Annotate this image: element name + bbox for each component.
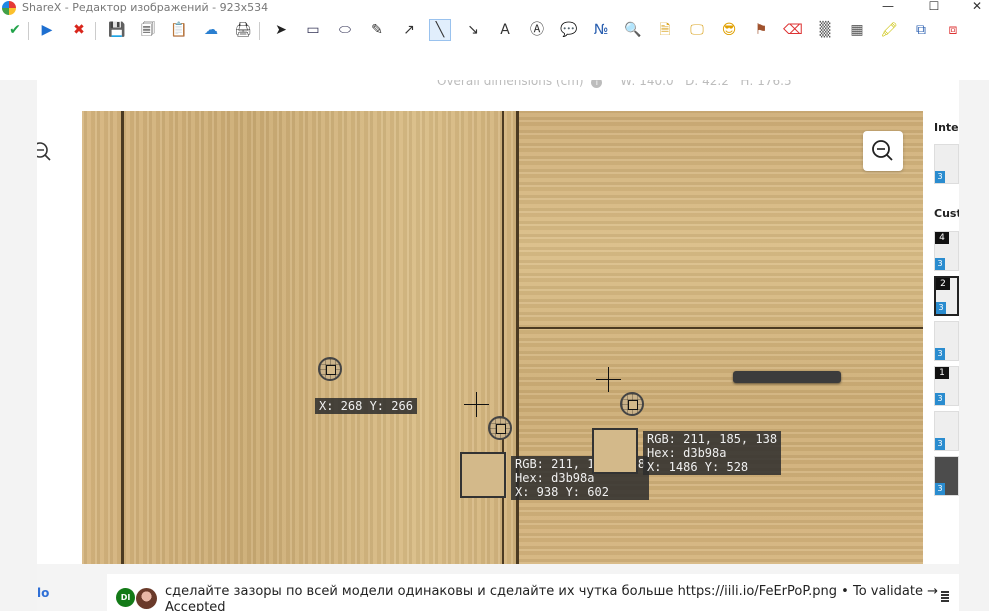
text-background-icon[interactable]: Ⓐ — [526, 19, 548, 41]
continue-icon[interactable]: ▶ — [36, 19, 58, 41]
side-link[interactable]: lo — [37, 586, 49, 600]
pixelate-icon[interactable]: ▦ — [846, 19, 868, 41]
highlight-icon[interactable]: 🖍 — [878, 19, 900, 41]
image-file-icon[interactable]: 🗎 — [654, 19, 676, 41]
maximize-button[interactable]: ☐ — [919, 0, 949, 18]
sidebar-section-interior: Inter — [934, 121, 959, 134]
minimize-button[interactable]: — — [873, 0, 903, 18]
color-picker-info[interactable]: RGB: 211, 185, 138 Hex: d3b98a X: 1486 Y… — [643, 431, 782, 475]
depth-value: D: 42.2 — [685, 80, 729, 88]
window-title: ShareX - Редактор изображений - 923x534 — [22, 1, 269, 14]
product-sidebar: Inter Cust 3432331333 — [923, 111, 959, 564]
title-bar: ShareX - Редактор изображений - 923x534 … — [0, 0, 989, 18]
thumbnail-item[interactable]: 3 — [934, 321, 959, 361]
crop-icon[interactable]: ⧉ — [910, 19, 932, 41]
cut-out-icon[interactable]: ⧈ — [942, 19, 964, 41]
comment-text: сделайте зазоры по всей модели одинаковы… — [165, 584, 939, 611]
toolbar-separator — [259, 22, 260, 40]
thumbnail-number: 4 — [935, 232, 949, 244]
avatar — [136, 588, 157, 609]
magnify-icon[interactable]: 🔍 — [622, 19, 644, 41]
thumbnail-item[interactable]: 23 — [934, 276, 959, 316]
thumbnail-badge: 3 — [935, 171, 945, 183]
toolbar-separator — [28, 22, 29, 40]
copy-icon[interactable]: 📋 — [168, 19, 190, 41]
rectangle-icon[interactable]: ▭ — [302, 19, 324, 41]
editor-toolbar: ✔ ▶ ✖ 💾 🗐 📋 ☁ 🖨 ➤ ▭ ⬭ ✎ ↗ ╲ ↘ A Ⓐ 💬 № 🔍 🗎 🖵 😎 ⚑ ⌫ ▒ ▦ 🖍 ⧉ ⧈ — [0, 18, 989, 80]
cursor-stamp-icon[interactable]: ⚑ — [750, 19, 772, 41]
thumbnail-badge: 3 — [936, 302, 946, 314]
sharex-logo-icon — [2, 1, 16, 15]
coordinate-label[interactable]: X: 268 Y: 266 — [315, 398, 417, 414]
color-swatch — [460, 452, 506, 498]
avatar-initials: DI — [116, 588, 135, 607]
select-cursor-icon[interactable]: ➤ — [270, 19, 292, 41]
magnifier-marker[interactable] — [620, 392, 644, 416]
thumbnail-item[interactable]: 43 — [934, 231, 959, 271]
thumbnail-item[interactable]: 3 — [934, 456, 959, 496]
crosshair-icon — [464, 392, 489, 417]
step-icon[interactable]: № — [590, 19, 612, 41]
print-icon[interactable]: 🖨 — [232, 19, 254, 41]
save-as-icon[interactable]: 🗐 — [137, 19, 159, 41]
panel-edge — [121, 111, 124, 564]
line-icon[interactable]: ╲ — [429, 19, 451, 41]
thumbnail-badge: 3 — [935, 393, 945, 405]
freehand-arrow-icon[interactable]: ↗ — [398, 19, 420, 41]
thumbnail-number: 1 — [935, 367, 949, 379]
thumbnail-badge: 3 — [935, 348, 945, 360]
zoom-button[interactable] — [863, 131, 903, 171]
cancel-icon[interactable]: ✖ — [68, 19, 90, 41]
dimensions-text: Overall dimensions (cm) i W: 140.0 D: 42… — [437, 80, 792, 88]
zoom-icon[interactable] — [37, 140, 51, 164]
thumbnail-item[interactable]: 13 — [934, 366, 959, 406]
thumbnail-badge: 3 — [935, 258, 945, 270]
image-screen-icon[interactable]: 🖵 — [686, 19, 708, 41]
comments-area: lo DI сделайте зазоры по всей модели оди… — [37, 564, 959, 611]
thumbnail-item[interactable]: 3 — [934, 411, 959, 451]
magnifier-marker[interactable] — [318, 357, 342, 381]
text-icon[interactable]: A — [494, 19, 516, 41]
rgb-value: RGB: 211, 185, 138 — [647, 432, 778, 446]
comment-card: DI сделайте зазоры по всей модели одинак… — [107, 574, 959, 611]
hex-value: Hex: d3b98a — [647, 446, 727, 460]
save-icon[interactable]: 💾 — [106, 19, 128, 41]
left-panel — [37, 80, 81, 611]
thumbnail-badge: 3 — [935, 483, 945, 495]
height-value: H: 176.5 — [740, 80, 792, 88]
ellipse-icon[interactable]: ⬭ — [334, 19, 356, 41]
speech-balloon-icon[interactable]: 💬 — [558, 19, 580, 41]
color-swatch — [592, 428, 638, 474]
width-value: W: 140.0 — [620, 80, 674, 88]
xy-value: X: 1486 Y: 528 — [647, 460, 749, 474]
close-window-button[interactable]: ✕ — [962, 0, 989, 18]
dimensions-bar: Overall dimensions (cm) i W: 140.0 D: 42… — [81, 80, 959, 111]
crosshair-icon — [596, 367, 621, 392]
blur-icon[interactable]: ▒ — [814, 19, 836, 41]
thumbnail-number: 2 — [936, 278, 950, 290]
freehand-icon[interactable]: ✎ — [366, 19, 388, 41]
eraser-icon[interactable]: ⌫ — [782, 19, 804, 41]
magnifier-marker[interactable] — [488, 416, 512, 440]
dimensions-label: Overall dimensions (cm) — [437, 80, 584, 88]
toolbar-separator — [95, 22, 96, 40]
tower-icon[interactable] — [941, 590, 949, 602]
xy-value: X: 938 Y: 602 — [515, 485, 609, 499]
drawer-handle — [733, 371, 841, 383]
info-icon[interactable]: i — [591, 80, 603, 88]
zoom-out-icon — [872, 140, 893, 161]
image-canvas[interactable]: Overall dimensions (cm) i W: 140.0 D: 42… — [37, 80, 959, 611]
arrow-icon[interactable]: ↘ — [462, 19, 484, 41]
sidebar-section-custom: Cust — [934, 207, 959, 220]
sticker-icon[interactable]: 😎 — [718, 19, 740, 41]
upload-icon[interactable]: ☁ — [200, 19, 222, 41]
drawer-gap — [519, 327, 923, 329]
thumbnail-item[interactable]: 3 — [934, 144, 959, 184]
confirm-icon[interactable]: ✔ — [4, 19, 26, 41]
thumbnail-badge: 3 — [935, 438, 945, 450]
